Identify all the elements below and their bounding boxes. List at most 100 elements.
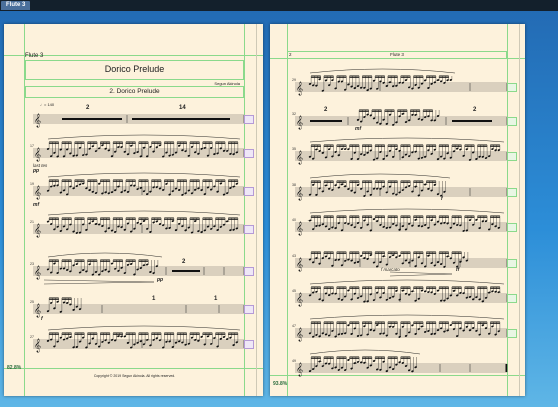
staves-page-2[interactable]: 𝄞29𝄞32𝄞35𝄞38𝄞40𝄞43𝄞45𝄞47𝄞49	[270, 24, 525, 396]
staff-system: 𝄞23	[30, 252, 245, 285]
dynamic-f: f	[441, 196, 443, 202]
hairpin	[43, 279, 155, 285]
system-marker[interactable]	[244, 187, 254, 196]
system-marker[interactable]	[244, 305, 254, 314]
treble-clef: 𝄞	[296, 327, 303, 341]
app-window: Flute 3 Flute 3 Dorico Prelude Segun Aki…	[0, 0, 558, 407]
treble-clef: 𝄞	[296, 221, 303, 235]
score-view[interactable]: Flute 3 Dorico Prelude Segun Akinola 2. …	[0, 11, 558, 407]
multirest-bar	[452, 120, 492, 122]
system-marker[interactable]	[507, 329, 517, 338]
treble-clef: 𝄞	[296, 362, 303, 376]
multirest-bar	[62, 118, 122, 120]
treble-clef: 𝄞	[34, 338, 41, 352]
system-marker[interactable]	[507, 83, 517, 92]
hairpin	[389, 271, 453, 277]
treble-clef: 𝄞	[296, 257, 303, 271]
treble-clef: 𝄞	[296, 292, 303, 306]
dynamic-f: f	[41, 316, 43, 322]
staves-page-1[interactable]: 𝄞𝄞17𝄞19𝄞21𝄞23𝄞25𝄞27	[4, 24, 263, 396]
dynamic-f-marcato: f marcato	[381, 267, 400, 272]
treble-clef: 𝄞	[34, 113, 41, 127]
slur	[47, 210, 241, 216]
treble-clef: 𝄞	[296, 186, 303, 200]
score-page-1[interactable]: Flute 3 Dorico Prelude Segun Akinola 2. …	[4, 24, 263, 396]
staff-system: 𝄞27	[30, 325, 245, 352]
measure-number: 40	[292, 218, 296, 222]
system-marker[interactable]	[507, 259, 517, 268]
measure-number: 38	[292, 183, 296, 187]
measure-number: 19	[30, 182, 34, 186]
slur	[47, 325, 241, 331]
dynamic-mf: mf	[355, 126, 362, 132]
system-marker[interactable]	[244, 225, 254, 234]
measure-number: 35	[292, 147, 296, 151]
multirest-count: 2	[473, 107, 477, 113]
staff-system: 𝄞29	[292, 68, 508, 95]
staff-system: 𝄞43	[292, 251, 508, 277]
slur	[309, 137, 505, 143]
staff-system: 𝄞19	[30, 172, 245, 199]
copyright: Copyright © 2019 Segun Akinola. All righ…	[93, 374, 176, 378]
multirest-count: 2	[182, 259, 186, 265]
multirest-count: 2	[324, 107, 328, 113]
staff-system: 𝄞45	[292, 279, 508, 306]
zoom-level: 93.8%	[273, 381, 288, 387]
treble-clef: 𝄞	[34, 265, 41, 279]
system-marker[interactable]	[244, 340, 254, 349]
system-marker[interactable]	[244, 267, 254, 276]
treble-clef: 𝄞	[34, 303, 41, 317]
rest-count: 1	[214, 296, 218, 302]
dynamic-pp: pp	[157, 277, 164, 283]
treble-clef: 𝄞	[34, 185, 41, 199]
multirest-bar	[132, 118, 230, 120]
zoom-level: 82.8%	[7, 365, 22, 371]
slur	[309, 68, 456, 74]
rest-count: 1	[152, 296, 156, 302]
slur	[47, 252, 163, 258]
treble-clef: 𝄞	[296, 115, 303, 129]
system-marker[interactable]	[507, 188, 517, 197]
staff-system: 𝄞35	[292, 137, 508, 164]
system-marker[interactable]	[507, 294, 517, 303]
score-page-2[interactable]: 2 Flute 3 𝄞 29 𝄞 32 𝄞 35 𝄞 38 𝄞 40 𝄞 43 𝄞 45 𝄞 47 𝄞 49 2 …	[270, 24, 525, 396]
slur	[309, 173, 451, 179]
slur	[309, 279, 505, 285]
slur	[309, 349, 421, 355]
dynamic-pp: pp	[33, 168, 40, 174]
measure-number: 23	[30, 262, 34, 266]
system-marker[interactable]	[507, 223, 517, 232]
system-marker[interactable]	[507, 152, 517, 161]
measure-number: 27	[30, 335, 34, 339]
dynamic-ff: ff	[456, 267, 460, 273]
multirest-count: 2	[86, 105, 90, 111]
slur	[47, 134, 241, 140]
staff-system: 𝄞47	[292, 314, 508, 341]
dynamic-mf: mf	[33, 202, 40, 208]
treble-clef: 𝄞	[34, 223, 41, 237]
multirest-count: 14	[179, 105, 186, 111]
staff-system: 𝄞17	[30, 134, 245, 161]
staff-system: 𝄞38	[292, 173, 508, 200]
system-marker[interactable]	[244, 115, 254, 124]
tab-flute-3[interactable]: Flute 3	[1, 1, 31, 10]
system-marker[interactable]	[507, 117, 517, 126]
measure-number: 21	[30, 220, 34, 224]
staff-system: 𝄞21	[30, 210, 245, 237]
final-barline	[505, 364, 507, 372]
staff-system: 𝄞25	[30, 297, 245, 317]
system-marker[interactable]	[244, 149, 254, 158]
measure-number: 43	[292, 254, 296, 258]
measure-number: 29	[292, 78, 296, 82]
multirest-bar	[172, 270, 200, 272]
staff-system: 𝄞49	[292, 349, 508, 376]
measure-number: 49	[292, 359, 296, 363]
measure-number: 25	[30, 300, 34, 304]
slur	[309, 208, 505, 214]
treble-clef: 𝄞	[34, 147, 41, 161]
measure-number: 17	[30, 144, 34, 148]
multirest-bar	[310, 120, 342, 122]
measure-number: 47	[292, 324, 296, 328]
slur	[47, 172, 241, 178]
staff-system: 𝄞	[33, 113, 245, 127]
